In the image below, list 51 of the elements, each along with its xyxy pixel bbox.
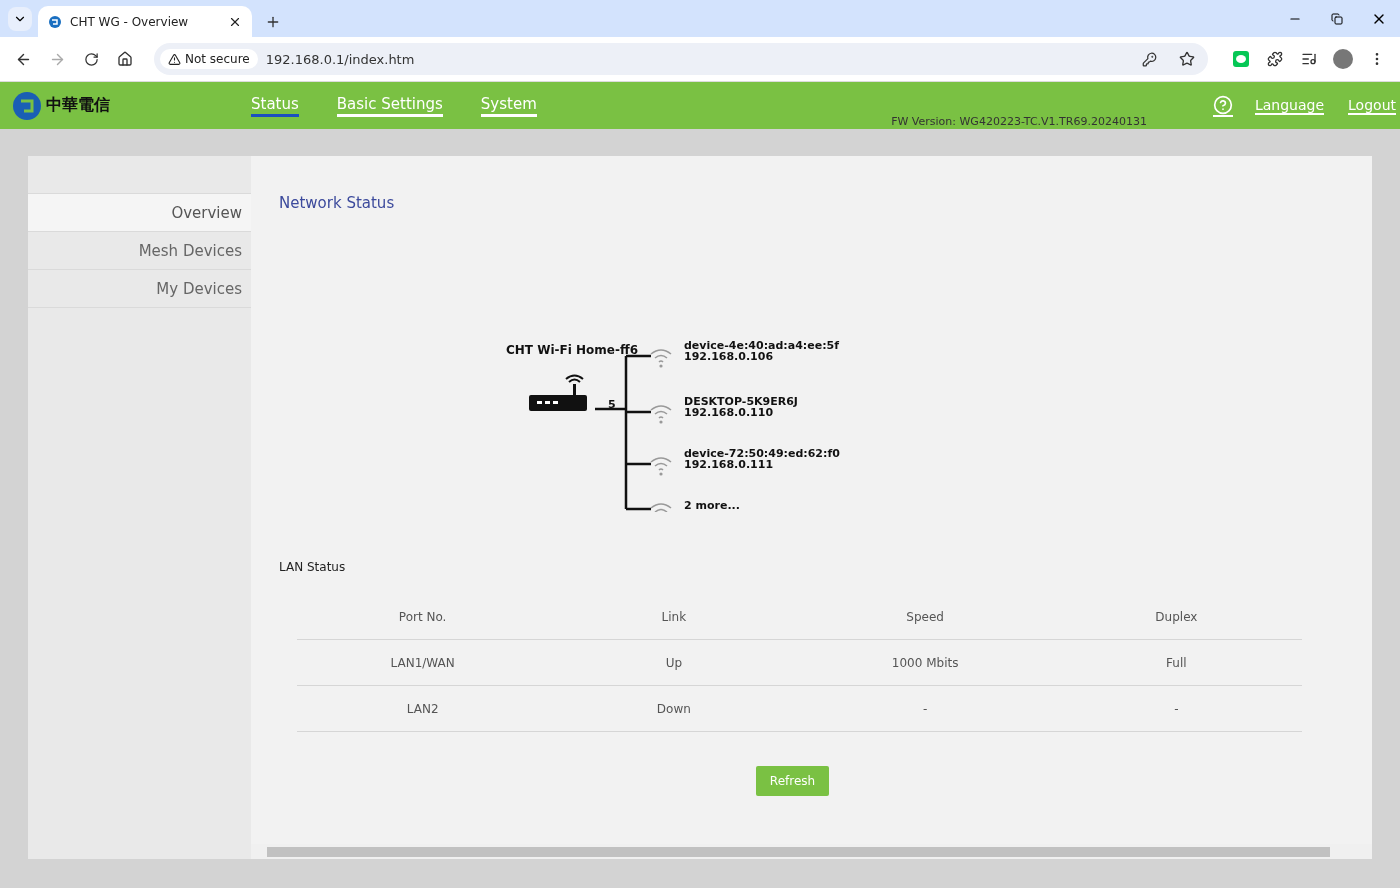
logo-text: 中華電信 bbox=[46, 95, 110, 116]
warning-icon bbox=[168, 52, 181, 66]
column-header: Duplex bbox=[1154, 608, 1199, 626]
router-name: CHT Wi-Fi Home-ff6 bbox=[506, 345, 638, 356]
wifi-icon bbox=[650, 503, 672, 512]
section-title: Network Status bbox=[279, 194, 396, 212]
wifi-icon bbox=[650, 457, 672, 476]
media-icon[interactable] bbox=[1301, 51, 1317, 67]
client-ip: 192.168.0.111 bbox=[684, 459, 775, 470]
tab-title: CHT WG - Overview bbox=[70, 14, 190, 29]
table-cell-text: LAN2 bbox=[405, 700, 440, 718]
key-icon[interactable] bbox=[1141, 51, 1157, 67]
browser-tab[interactable]: CHT WG - Overview bbox=[38, 6, 252, 37]
table-cell-text: Down bbox=[655, 700, 692, 718]
firmware-version: FW Version: WG420223-TC.V1.TR69.20240131 bbox=[891, 115, 1147, 128]
scrollbar-thumb[interactable] bbox=[267, 846, 1330, 857]
column-header: Port No. bbox=[397, 608, 448, 626]
client-name: device-72:50:49:ed:62:f0 bbox=[684, 448, 840, 459]
security-chip[interactable]: Not secure bbox=[160, 49, 258, 69]
client-ip: 192.168.0.106 bbox=[684, 351, 775, 362]
table-cell-text: Full bbox=[1165, 654, 1188, 672]
table-cell-text: Up bbox=[664, 654, 684, 672]
table-cell-text: - bbox=[1173, 700, 1180, 718]
restore-icon[interactable] bbox=[1331, 12, 1343, 25]
section-title: LAN Status bbox=[279, 560, 347, 574]
address-bar[interactable]: Not secure 192.168.0.1/index.htm bbox=[154, 43, 1208, 75]
router-icon bbox=[529, 374, 587, 411]
extensions-icon[interactable] bbox=[1267, 51, 1283, 67]
client-name: device-4e:40:ad:a4:ee:5f bbox=[684, 340, 839, 351]
client-count: 5 bbox=[608, 399, 616, 410]
home-icon[interactable] bbox=[117, 51, 133, 67]
table-cell-text: 1000 Mbits bbox=[890, 654, 960, 672]
new-tab-icon[interactable] bbox=[265, 14, 281, 30]
avatar-icon[interactable] bbox=[1333, 49, 1353, 69]
column-header: Speed bbox=[905, 608, 945, 626]
wifi-icon bbox=[650, 349, 672, 368]
client-name: 2 more... bbox=[684, 500, 740, 511]
security-label: Not secure bbox=[185, 52, 250, 66]
sidebar-item[interactable]: Overview bbox=[28, 193, 251, 231]
reload-icon[interactable] bbox=[83, 51, 99, 67]
column-header: Link bbox=[660, 608, 688, 626]
bookmark-star-icon[interactable] bbox=[1179, 51, 1195, 67]
client-ip: 192.168.0.110 bbox=[684, 407, 774, 418]
sidebar-item[interactable]: My Devices bbox=[28, 269, 251, 308]
table-cell-text: - bbox=[921, 700, 929, 718]
wifi-icon bbox=[650, 405, 672, 424]
table-cell-text: LAN1/WAN bbox=[389, 654, 456, 672]
client-name: DESKTOP-5K9ER6J bbox=[684, 396, 798, 407]
url-text: 192.168.0.1/index.htm bbox=[265, 51, 416, 67]
logo-icon bbox=[12, 90, 42, 121]
site-icon bbox=[48, 14, 62, 29]
